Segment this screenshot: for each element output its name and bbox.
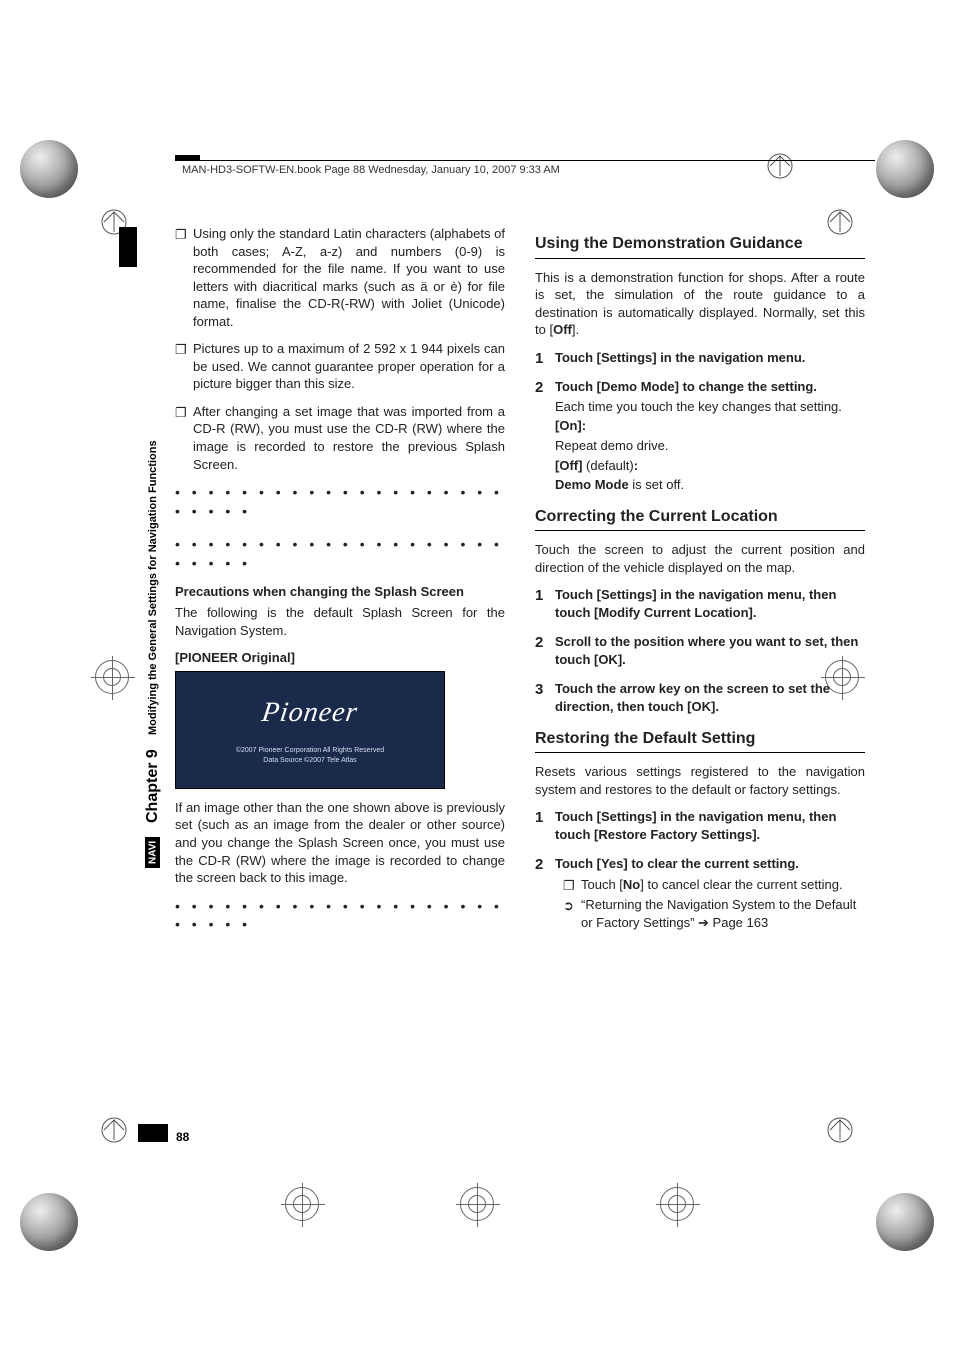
step-2: 2 Touch [Yes] to clear the current setti… <box>535 855 865 931</box>
footer-tab <box>138 1124 168 1142</box>
step-number: 3 <box>535 680 543 700</box>
dotted-separator: • • • • • • • • • • • • • • • • • • • • … <box>175 483 505 521</box>
option-on: [On]: <box>555 417 865 435</box>
page-content: ❐ Using only the standard Latin characte… <box>175 225 865 944</box>
bullet-box-icon: ❐ <box>563 877 575 895</box>
page-number: 88 <box>176 1130 189 1144</box>
step-2: 2 Scroll to the position where you want … <box>535 633 865 668</box>
step-lead: Touch [Settings] in the navigation menu. <box>555 350 805 365</box>
after-image-note: If an image other than the one shown abo… <box>175 799 505 887</box>
bullet-box-icon: ❐ <box>175 404 187 422</box>
dotted-separator: • • • • • • • • • • • • • • • • • • • • … <box>175 897 505 935</box>
bullet-box-icon: ❐ <box>175 226 187 244</box>
right-column: Using the Demonstration Guidance This is… <box>535 225 865 944</box>
header-rule <box>175 160 875 161</box>
step-number: 2 <box>535 855 543 875</box>
step-number: 2 <box>535 633 543 653</box>
registration-mark <box>460 1187 494 1221</box>
step-1: 1 Touch [Settings] in the navigation men… <box>535 586 865 621</box>
registration-mark <box>660 1187 694 1221</box>
side-navi-badge: NAVI <box>146 837 161 868</box>
splash-copyright: ©2007 Pioneer Corporation All Rights Res… <box>236 746 384 766</box>
step-lead: Touch [Demo Mode] to change the setting. <box>555 379 817 394</box>
section-demo-guidance: Using the Demonstration Guidance <box>535 233 865 259</box>
side-section-title: Modifying the General Settings for Navig… <box>147 440 159 735</box>
section-restore-default: Restoring the Default Setting <box>535 728 865 754</box>
registration-arrow <box>766 152 794 180</box>
note-bullet: ❐ Using only the standard Latin characte… <box>175 225 505 330</box>
step-2: 2 Touch [Demo Mode] to change the settin… <box>535 378 865 493</box>
step-number: 2 <box>535 378 543 398</box>
section-correct-location: Correcting the Current Location <box>535 506 865 532</box>
precaution-body: The following is the default Splash Scre… <box>175 604 505 639</box>
pioneer-logo: Pioneer <box>260 694 361 732</box>
note-text: Using only the standard Latin characters… <box>193 226 505 329</box>
precaution-heading: Precautions when changing the Splash Scr… <box>175 583 505 601</box>
option-off: [Off] (default): <box>555 457 865 475</box>
note-text: After changing a set image that was impo… <box>193 404 505 472</box>
thumb-tab <box>119 227 137 267</box>
step-number: 1 <box>535 586 543 606</box>
registration-arrow <box>100 1116 128 1144</box>
decoration-stone <box>20 140 78 198</box>
correct-body: Touch the screen to adjust the current p… <box>535 541 865 576</box>
step-number: 1 <box>535 349 543 369</box>
bullet-box-icon: ❐ <box>175 341 187 359</box>
step-lead: Touch [Yes] to clear the current setting… <box>555 856 799 871</box>
step-lead: Scroll to the position where you want to… <box>555 634 858 667</box>
restore-body: Resets various settings registered to th… <box>535 763 865 798</box>
option-off-desc: Demo Mode is set off. <box>555 476 865 494</box>
step-3: 3 Touch the arrow key on the screen to s… <box>535 680 865 715</box>
note-bullet: ❐ Pictures up to a maximum of 2 592 x 1 … <box>175 340 505 393</box>
note-bullet: ❐ After changing a set image that was im… <box>175 403 505 473</box>
step-number: 1 <box>535 808 543 828</box>
registration-mark <box>95 660 129 694</box>
pioneer-original-label: [PIONEER Original] <box>175 649 505 667</box>
decoration-stone <box>20 1193 78 1251</box>
registration-mark <box>285 1187 319 1221</box>
left-column: ❐ Using only the standard Latin characte… <box>175 225 505 944</box>
running-header: MAN-HD3-SOFTW-EN.book Page 88 Wednesday,… <box>182 164 560 176</box>
cross-reference: ➲ “Returning the Navigation System to th… <box>555 896 865 931</box>
step-1: 1 Touch [Settings] in the navigation men… <box>535 349 865 367</box>
step-lead: Touch [Settings] in the navigation menu,… <box>555 809 836 842</box>
decoration-stone <box>876 1193 934 1251</box>
registration-arrow <box>826 1116 854 1144</box>
sub-bullet: ❐ Touch [No] to cancel clear the current… <box>555 876 865 894</box>
option-on-desc: Repeat demo drive. <box>555 437 865 455</box>
xref-icon: ➲ <box>563 897 574 915</box>
step-body: Each time you touch the key changes that… <box>555 398 865 416</box>
step-lead: Touch [Settings] in the navigation menu,… <box>555 587 836 620</box>
decoration-stone <box>876 140 934 198</box>
side-label: NAVI Chapter 9 Modifying the General Set… <box>144 228 162 868</box>
demo-body: This is a demonstration function for sho… <box>535 269 865 339</box>
splash-screen-image: Pioneer ©2007 Pioneer Corporation All Ri… <box>175 671 445 789</box>
step-lead: Touch the arrow key on the screen to set… <box>555 681 830 714</box>
step-1: 1 Touch [Settings] in the navigation men… <box>535 808 865 843</box>
xref-text: “Returning the Navigation System to the … <box>581 897 856 930</box>
dotted-separator: • • • • • • • • • • • • • • • • • • • • … <box>175 535 505 573</box>
side-chapter: Chapter 9 <box>144 749 162 823</box>
note-text: Pictures up to a maximum of 2 592 x 1 94… <box>193 341 505 391</box>
